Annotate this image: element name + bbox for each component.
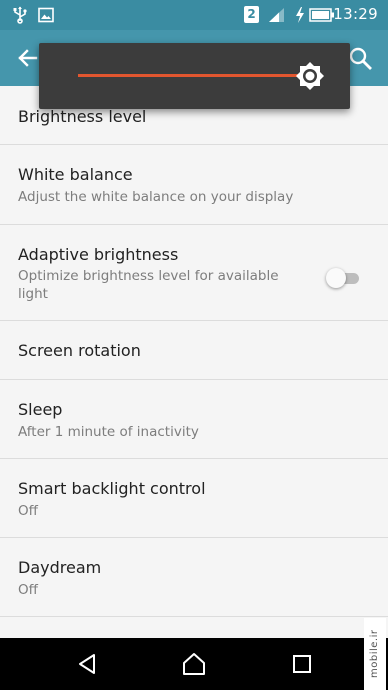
setting-smart-backlight-control[interactable]: Smart backlight control Off	[0, 459, 388, 538]
setting-title: Brightness level	[18, 107, 147, 126]
setting-white-balance[interactable]: White balance Adjust the white balance o…	[0, 145, 388, 225]
image-notification-icon	[38, 6, 54, 24]
setting-subtitle-line1: Optimize brightness level for available	[18, 268, 279, 284]
search-icon[interactable]	[346, 44, 374, 72]
sim-badge: 2	[244, 6, 259, 23]
screen: 2 13:29 Brightness level White balance A…	[0, 0, 388, 690]
setting-sleep[interactable]: Sleep After 1 minute of inactivity	[0, 380, 388, 459]
setting-subtitle: Off	[18, 582, 38, 598]
signal-icon	[268, 6, 286, 24]
brightness-icon[interactable]	[295, 61, 325, 91]
charging-bolt-icon	[295, 6, 305, 24]
brightness-slider-track[interactable]	[78, 74, 310, 77]
brightness-popup	[39, 43, 350, 109]
adaptive-brightness-toggle[interactable]	[326, 267, 360, 289]
setting-subtitle-line2: light	[18, 286, 48, 302]
setting-title: White balance	[18, 165, 133, 184]
toggle-knob	[326, 268, 346, 288]
setting-screen-rotation[interactable]: Screen rotation	[0, 321, 388, 380]
back-triangle-icon[interactable]	[74, 650, 102, 678]
settings-list: Brightness level White balance Adjust th…	[0, 86, 388, 617]
setting-title: Sleep	[18, 400, 63, 419]
status-bar: 2 13:29	[0, 0, 388, 30]
setting-title: Daydream	[18, 558, 102, 577]
clock: 13:29	[333, 5, 378, 23]
setting-daydream[interactable]: Daydream Off	[0, 538, 388, 617]
setting-subtitle: Adjust the white balance on your display	[18, 189, 294, 205]
home-icon[interactable]	[180, 650, 208, 678]
setting-subtitle: Off	[18, 503, 38, 519]
usb-icon	[12, 6, 28, 24]
setting-title: Adaptive brightness	[18, 245, 179, 264]
recents-icon[interactable]	[288, 650, 316, 678]
setting-subtitle: After 1 minute of inactivity	[18, 424, 199, 440]
watermark: mobile.ir	[364, 618, 386, 690]
arrow-back-icon[interactable]	[14, 44, 42, 72]
setting-title: Screen rotation	[18, 341, 141, 360]
battery-icon	[309, 6, 335, 24]
setting-title: Smart backlight control	[18, 479, 206, 498]
setting-adaptive-brightness[interactable]: Adaptive brightness Optimize brightness …	[0, 225, 388, 321]
nav-bar	[0, 638, 388, 690]
